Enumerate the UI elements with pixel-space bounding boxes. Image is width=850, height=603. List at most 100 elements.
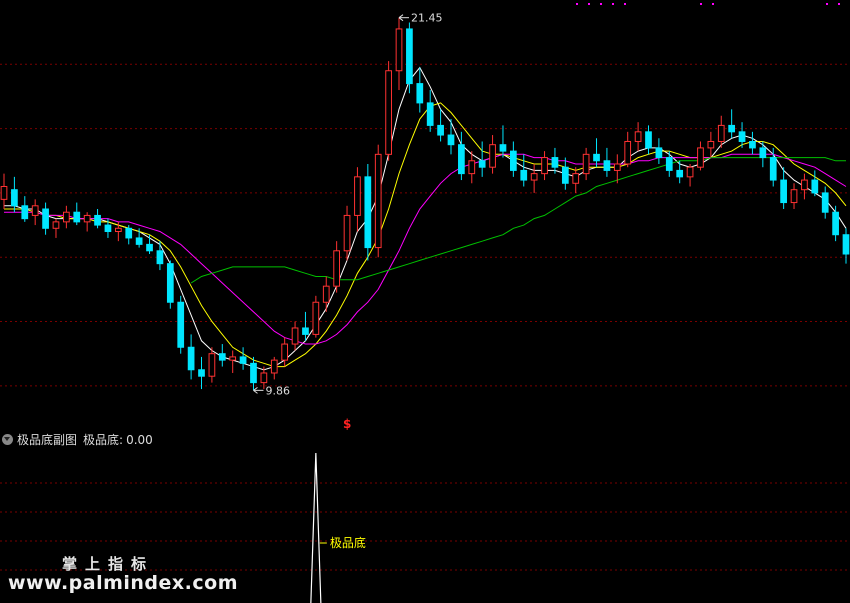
candle	[769, 147, 777, 187]
candle-body	[530, 173, 538, 181]
candle-body	[146, 243, 153, 252]
candle	[291, 321, 299, 351]
candle	[312, 295, 320, 338]
corner-dot	[712, 3, 714, 5]
candle-body	[333, 250, 341, 287]
candle-body	[312, 301, 320, 335]
candle-body	[135, 237, 143, 245]
candle-body	[426, 102, 434, 126]
candle-body	[239, 356, 247, 364]
candle-body	[801, 179, 808, 191]
candle-body	[780, 179, 787, 204]
candle-body	[364, 176, 372, 249]
candle	[759, 141, 767, 168]
candle	[541, 151, 548, 181]
high-price-marker: 21.45	[398, 12, 443, 25]
candle-body	[208, 353, 216, 377]
candle	[520, 154, 528, 187]
candle	[832, 205, 839, 242]
candle-body	[697, 147, 704, 168]
candle-body	[842, 234, 850, 255]
candle	[0, 173, 8, 209]
candle-body	[354, 176, 361, 216]
candle	[780, 167, 787, 209]
candle	[198, 356, 205, 390]
candle-body	[613, 163, 621, 171]
candle-body	[769, 157, 777, 181]
candle	[42, 202, 49, 235]
candle	[582, 147, 590, 181]
candle-body	[624, 140, 632, 165]
corner-dot	[826, 3, 828, 5]
candle	[52, 218, 60, 238]
candle	[343, 205, 351, 261]
candle	[697, 141, 704, 171]
candle	[530, 163, 538, 193]
candle	[426, 90, 434, 132]
candle-body	[499, 144, 507, 152]
candle-body	[489, 144, 496, 168]
candle-body	[478, 160, 486, 168]
candle-body	[406, 28, 413, 85]
candle-body	[645, 131, 652, 149]
candle-body	[177, 301, 185, 348]
moving-average-lines	[4, 66, 847, 371]
candle	[31, 199, 39, 226]
candle-body	[218, 353, 226, 361]
candle	[447, 118, 455, 155]
marker-label: 9.86	[265, 384, 290, 397]
candle	[146, 234, 153, 255]
candle	[613, 154, 621, 184]
candle-body	[655, 147, 663, 159]
candle	[728, 109, 736, 139]
candle-body	[832, 211, 839, 236]
candle-body	[250, 362, 257, 384]
candle	[406, 22, 413, 94]
candle-body	[707, 140, 715, 149]
candle	[707, 131, 715, 158]
candle-body	[21, 205, 29, 220]
candle	[561, 157, 569, 190]
candle	[94, 209, 101, 229]
ma-line-3	[4, 153, 847, 345]
candle-body	[198, 369, 205, 377]
candle	[218, 344, 226, 367]
candle	[166, 260, 174, 309]
candle	[801, 173, 808, 200]
candle-body	[260, 372, 268, 384]
price-chart[interactable]: 21.45 9.86 $	[0, 0, 850, 430]
candle-body	[821, 192, 829, 213]
candle-body	[229, 356, 237, 361]
candle	[790, 183, 798, 209]
candle-body	[94, 214, 101, 226]
collapse-toggle-icon[interactable]	[2, 434, 13, 445]
candle	[354, 167, 361, 232]
candle-body	[458, 144, 465, 175]
candle	[229, 350, 237, 373]
candle	[364, 163, 372, 261]
candle-body	[572, 173, 580, 184]
candle	[63, 205, 70, 229]
candle	[509, 141, 517, 177]
candle-body	[561, 166, 569, 184]
candle	[333, 241, 341, 293]
corner-dot	[588, 3, 590, 5]
corner-dot	[600, 3, 602, 5]
candle-body	[0, 185, 8, 200]
corner-dots	[576, 3, 840, 5]
candle-body	[717, 124, 725, 142]
corner-dot	[624, 3, 626, 5]
candle-body	[52, 221, 60, 229]
candle-body	[187, 346, 195, 371]
candle-body	[166, 263, 174, 303]
candle	[634, 122, 642, 152]
candle-body	[686, 166, 694, 178]
candle-body	[468, 160, 476, 175]
candle	[686, 163, 694, 187]
candle-body	[374, 153, 382, 249]
candle-body	[281, 343, 289, 361]
candle-body	[551, 157, 559, 168]
candle	[125, 225, 133, 245]
candle	[73, 202, 81, 226]
candle	[645, 125, 652, 155]
